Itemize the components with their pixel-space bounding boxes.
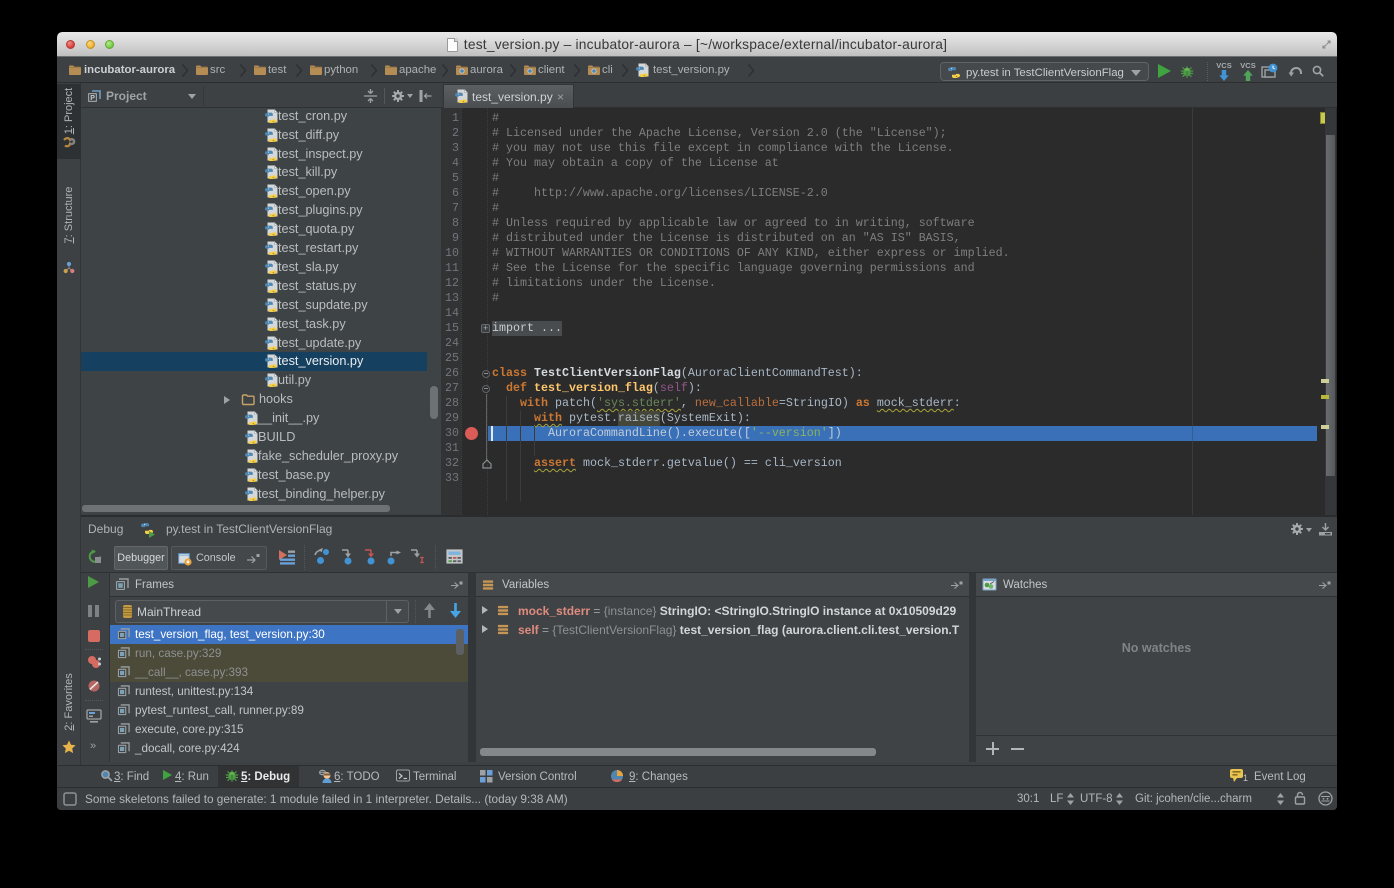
svg-text:P: P	[90, 95, 95, 102]
